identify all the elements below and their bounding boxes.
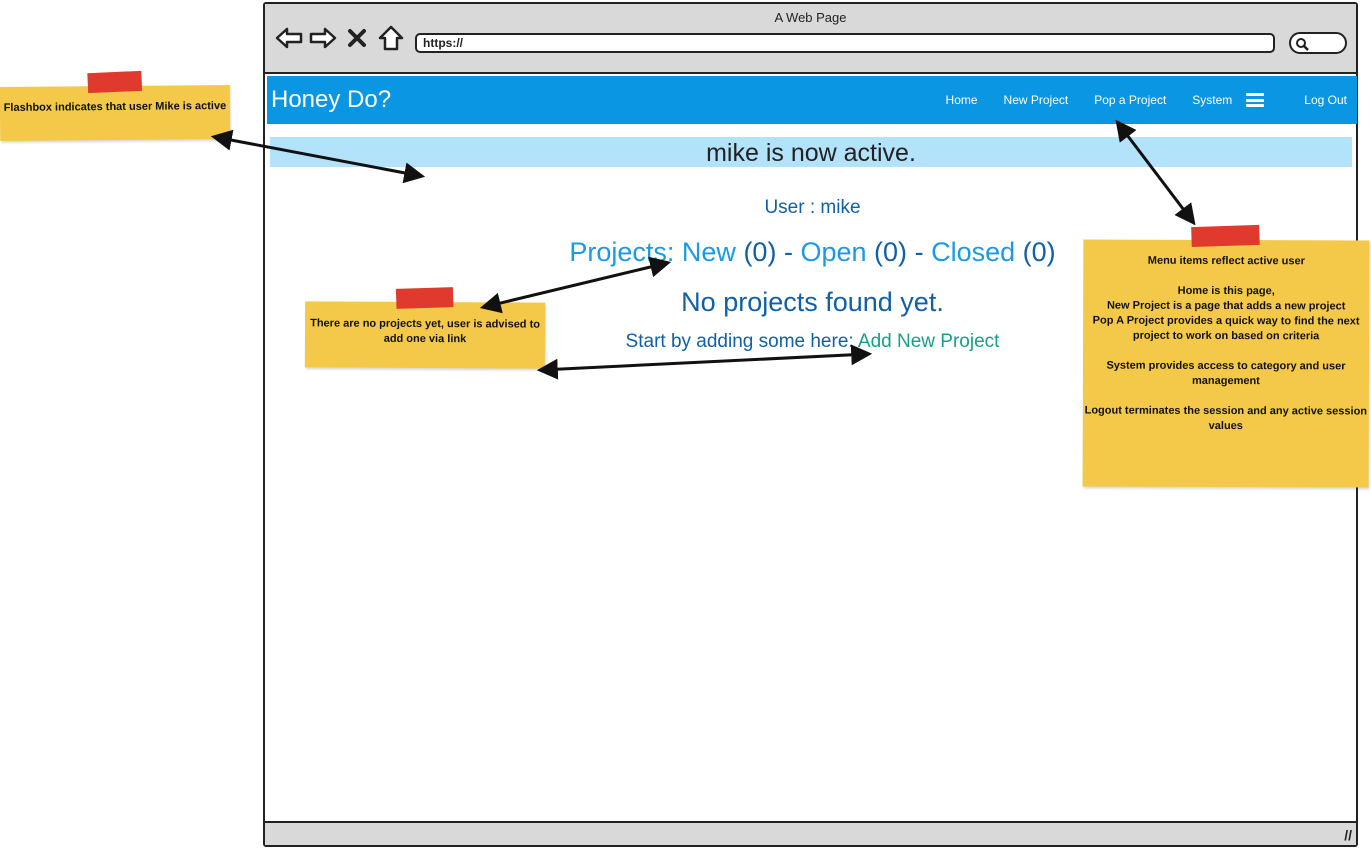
browser-chrome: A Web Page https:// [265,4,1356,74]
sticky-note-no-projects: There are no projects yet, user is advis… [304,287,546,369]
start-hint-text: Start by adding some here: [625,331,854,352]
url-bar[interactable]: https:// [415,33,1275,53]
projects-open-link[interactable]: Open [800,237,866,267]
add-new-project-link[interactable]: Add New Project [858,331,1000,352]
note-line: Pop A Project provides a quick way to fi… [1092,314,1360,343]
menu-icon[interactable] [1246,93,1265,107]
sticky-note-menu: Menu items reflect active user Home is t… [1082,224,1370,488]
tape [1191,224,1260,248]
nav-item-new-project[interactable]: New Project [1004,93,1069,107]
note-line: New Project is a page that adds a new pr… [1106,299,1346,313]
nav-item-home[interactable]: Home [946,93,978,107]
browser-search-box[interactable] [1289,32,1347,54]
nav-item-log-out[interactable]: Log Out [1304,93,1347,107]
projects-closed-link[interactable]: Closed [931,237,1015,267]
separator: - [914,237,924,267]
app-navbar: Honey Do? Home New Project Pop a Project… [267,76,1357,124]
note-line: Menu items reflect active user [1147,254,1305,268]
tape [395,287,454,309]
resize-grip-icon[interactable]: // [1344,827,1352,843]
projects-closed-count: (0) [1022,237,1056,267]
nav-item-system[interactable]: System [1192,93,1232,107]
brand-title[interactable]: Honey Do? [271,86,391,114]
nav-item-pop-a-project[interactable]: Pop a Project [1094,93,1166,107]
note-line: System provides access to category and u… [1106,359,1346,388]
window-title: A Web Page [774,10,847,25]
note-text: There are no projects yet, user is advis… [310,317,541,346]
projects-new-link[interactable]: New [682,237,736,267]
note-line: Logout terminates the session and any ac… [1084,404,1368,433]
projects-open-count: (0) [874,237,908,267]
forward-icon[interactable] [309,24,337,52]
browser-status-bar: // [265,821,1356,845]
projects-label: Projects: [569,237,675,267]
browser-nav-buttons [275,24,405,52]
flashbox: mike is now active. [270,137,1352,167]
back-icon[interactable] [275,24,303,52]
projects-new-count: (0) [743,237,777,267]
sticky-note-flashbox: Flashbox indicates that user Mike is act… [0,70,231,142]
note-text: Flashbox indicates that user Mike is act… [3,100,227,114]
search-icon [1295,37,1309,56]
separator: - [783,237,793,267]
stop-icon[interactable] [343,24,371,52]
user-label: User : mike [764,197,861,218]
note-line: Home is this page, [1177,284,1275,298]
tape [87,70,143,94]
home-icon[interactable] [377,24,405,52]
nav-menu: Home New Project Pop a Project System Lo… [920,76,1357,124]
